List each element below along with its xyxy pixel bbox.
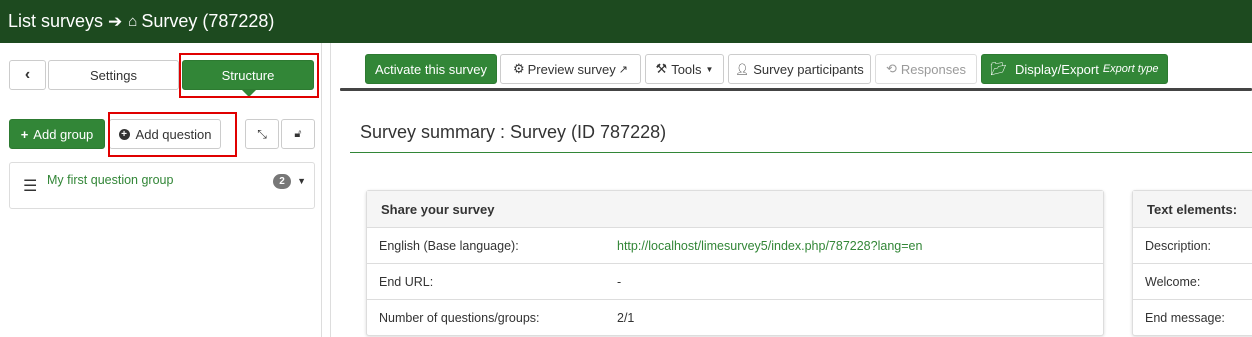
- tab-settings-label: Settings: [90, 67, 137, 83]
- breadcrumb-list-surveys[interactable]: List surveys: [8, 11, 103, 32]
- share-survey-heading: Share your survey: [367, 191, 1103, 228]
- question-count-badge: 2: [273, 174, 291, 189]
- table-row: End message:: [1133, 300, 1252, 336]
- folder-open-icon: 📂︎: [990, 61, 1008, 76]
- display-export-label: Display/Export: [1015, 61, 1099, 77]
- export-type-label: Export type: [1102, 63, 1159, 75]
- page-title: Survey summary : Survey (ID 787228): [360, 122, 667, 142]
- responses-icon: ⟲: [886, 61, 897, 76]
- collapse-all-button[interactable]: ⤡: [245, 119, 279, 149]
- responses-label: Responses: [900, 61, 966, 77]
- tools-dropdown-button[interactable]: ⚒ Tools ▼: [645, 54, 724, 84]
- table-row: End URL: -: [367, 264, 1103, 300]
- end-url-value: -: [617, 274, 622, 289]
- share-survey-panel: Share your survey English (Base language…: [366, 190, 1104, 336]
- caret-down-icon: ▼: [705, 64, 714, 74]
- highlight-add-question: [108, 112, 237, 157]
- home-icon: ⌂: [128, 13, 138, 30]
- caret-down-icon[interactable]: ▼: [297, 176, 306, 186]
- activate-survey-button[interactable]: Activate this survey: [365, 54, 497, 84]
- question-group-item[interactable]: ☰ My first question group 2 ▼: [9, 162, 315, 209]
- arrow-right-icon: ➔: [108, 11, 123, 31]
- compress-icon: ⤡: [257, 126, 267, 141]
- text-elements-heading: Text elements:: [1133, 191, 1252, 228]
- drag-handle-icon[interactable]: ☰: [23, 176, 37, 196]
- questions-groups-value: 2/1: [617, 311, 635, 325]
- end-message-label: End message:: [1145, 311, 1225, 325]
- add-group-button[interactable]: + Add group: [9, 119, 105, 149]
- preview-survey-button[interactable]: ⚙ Preview survey ↗: [500, 54, 641, 84]
- highlight-structure-tab: [179, 53, 319, 98]
- preview-survey-label: Preview survey: [527, 61, 616, 77]
- end-url-label: End URL:: [379, 274, 434, 289]
- table-row: Welcome:: [1133, 264, 1252, 300]
- tools-label: Tools: [671, 61, 702, 77]
- tab-settings[interactable]: Settings: [48, 60, 179, 90]
- add-group-label: Add group: [33, 126, 94, 142]
- chevron-left-icon: ‹: [24, 66, 31, 83]
- sidebar-divider[interactable]: [330, 43, 331, 337]
- collapse-sidebar-button[interactable]: ‹: [9, 60, 46, 90]
- display-export-button[interactable]: 📂︎ Display/Export Export type: [981, 54, 1168, 84]
- breadcrumb-survey[interactable]: Survey (787228): [141, 11, 274, 32]
- survey-participants-button[interactable]: 👤︎ Survey participants: [728, 54, 871, 84]
- plus-icon: +: [20, 126, 29, 142]
- question-group-name[interactable]: My first question group: [47, 173, 173, 187]
- gear-icon: ⚙: [512, 61, 525, 76]
- welcome-label: Welcome:: [1145, 274, 1201, 289]
- title-divider: [350, 152, 1252, 153]
- description-label: Description:: [1145, 238, 1211, 253]
- toolbar-underline: [340, 88, 1252, 91]
- table-row: English (Base language): http://localhos…: [367, 228, 1103, 264]
- unlock-icon: 🔓︎: [294, 127, 302, 140]
- text-elements-panel: Text elements: Description: Welcome: End…: [1132, 190, 1252, 336]
- activate-survey-label: Activate this survey: [375, 61, 487, 77]
- breadcrumb: List surveys ➔ ⌂ Survey (787228): [0, 0, 1252, 43]
- base-language-label: English (Base language):: [379, 238, 519, 253]
- tools-icon: ⚒: [655, 61, 668, 76]
- table-row: Number of questions/groups: 2/1: [367, 300, 1103, 336]
- responses-button[interactable]: ⟲ Responses: [875, 54, 977, 84]
- questions-groups-label: Number of questions/groups:: [379, 311, 540, 325]
- user-icon: 👤︎: [735, 63, 750, 76]
- survey-url-link[interactable]: http://localhost/limesurvey5/index.php/7…: [617, 239, 922, 253]
- survey-participants-label: Survey participants: [753, 61, 864, 77]
- lock-toggle-button[interactable]: 🔓︎: [281, 119, 315, 149]
- table-row: Description:: [1133, 228, 1252, 264]
- external-link-icon: ↗: [618, 63, 628, 76]
